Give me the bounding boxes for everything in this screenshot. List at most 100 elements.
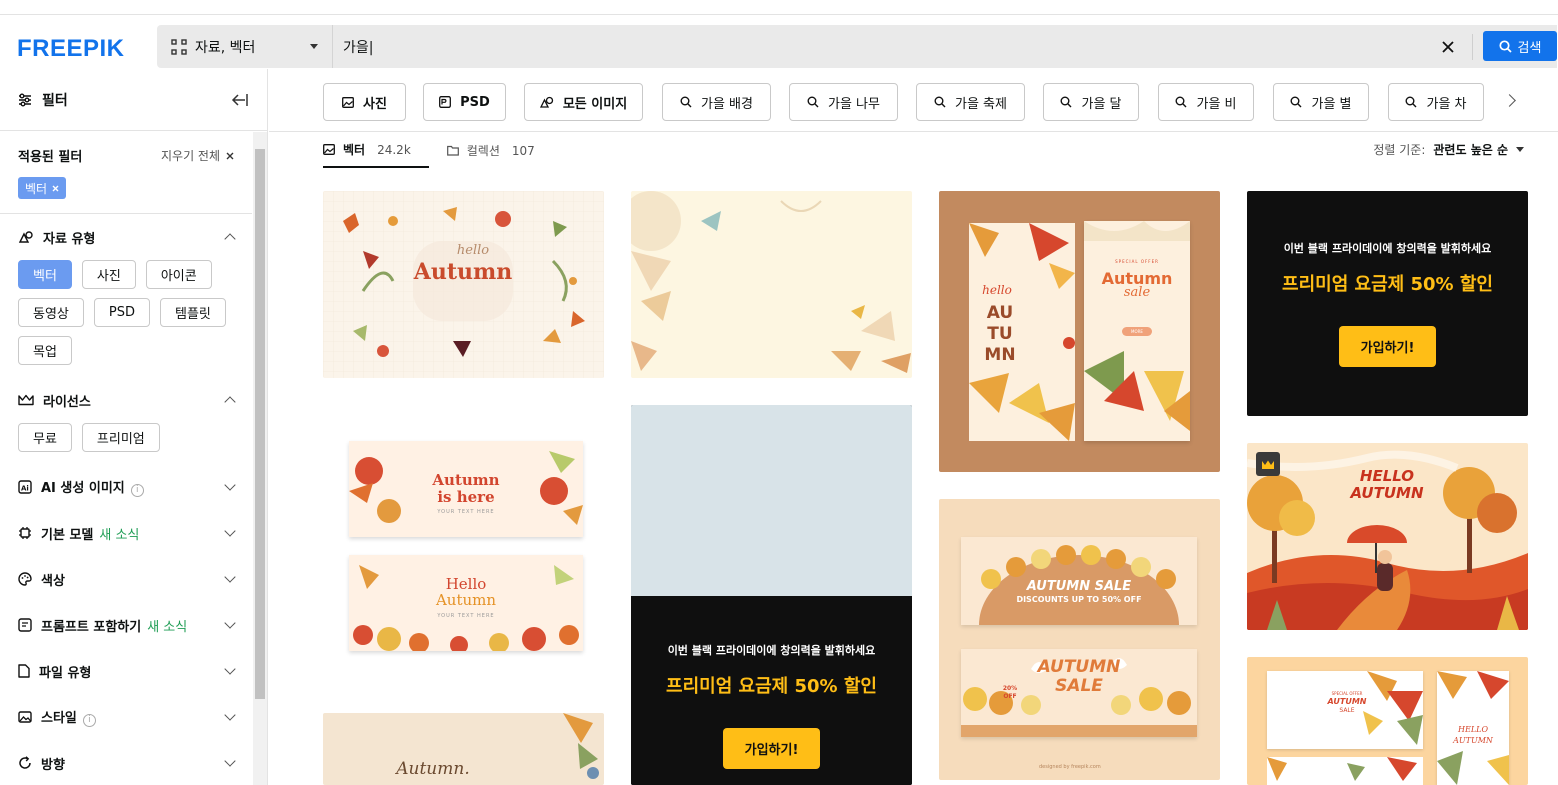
tab-collections[interactable]: 컬렉션 107 <box>446 133 553 168</box>
premium-badge <box>1256 452 1280 476</box>
close-icon <box>226 152 234 159</box>
model-toggle[interactable]: 기본 모델 새 소식 <box>18 510 236 556</box>
sort-value: 관련도 높은 순 <box>1433 143 1508 157</box>
tag-autumn-star[interactable]: 가을 별 <box>1273 83 1369 121</box>
sale-title-line2: SALE <box>1055 676 1103 696</box>
collapse-sidebar-icon[interactable] <box>231 93 249 107</box>
license-option-premium[interactable]: 프리미엄 <box>81 423 160 452</box>
tag-all-images[interactable]: 모든 이미지 <box>524 83 643 121</box>
sort-dropdown[interactable]: 정렬 기준: 관련도 높은 순 <box>1373 141 1524 158</box>
result-card-autumn-sale-banners[interactable]: AUTUMN SALE DISCOUNTS UP TO 50% OFF AUTU… <box>939 499 1220 780</box>
asset-option-psd[interactable]: PSD <box>93 298 150 327</box>
search-icon <box>680 96 692 108</box>
tag-psd[interactable]: PSD <box>423 83 506 121</box>
flyer-horizontal: SPECIAL OFFER AUTUMN SALE <box>1267 671 1423 749</box>
promo-subtitle: 이번 블랙 프라이데이에 창의력을 발휘하세요 <box>667 644 876 657</box>
tag-label: 가을 배경 <box>701 96 753 112</box>
chevron-up-icon <box>224 396 236 408</box>
flyer-vertical: HELLO AUTUMN <box>1437 671 1509 785</box>
tag-label: 가을 비 <box>1196 96 1237 112</box>
story-special-offer: SPECIAL OFFER <box>1115 259 1159 264</box>
banner-autumn-is-here: Autumn is here YOUR TEXT HERE <box>349 441 583 537</box>
asset-type-options: 벡터 사진 아이콘 동영상 PSD 템플릿 목업 <box>18 260 234 375</box>
search-button[interactable]: 검색 <box>1483 31 1557 61</box>
asset-option-mockup[interactable]: 목업 <box>18 336 72 365</box>
story-autumn-sale: SPECIAL OFFER Autumn sale MORE <box>1084 221 1190 441</box>
banner-hello-autumn: Hello Autumn YOUR TEXT HERE <box>349 555 583 651</box>
promo-subtitle: 이번 블랙 프라이데이에 창의력을 발휘하세요 <box>1283 242 1492 255</box>
close-icon <box>1442 40 1454 53</box>
license-toggle[interactable]: 라이선스 <box>18 377 236 423</box>
asset-option-template[interactable]: 템플릿 <box>160 298 226 327</box>
style-title: 스타일 <box>41 711 77 726</box>
asset-type-toggle[interactable]: 자료 유형 <box>18 214 236 260</box>
result-card-hello-autumn-frame[interactable]: hello Autumn <box>323 191 604 378</box>
sale-banner-bottom: AUTUMN SALE 20% OFF <box>961 649 1197 737</box>
story-hello: hello <box>982 283 1012 297</box>
crown-icon <box>1262 460 1274 469</box>
tag-autumn-rain[interactable]: 가을 비 <box>1158 83 1254 121</box>
crown-icon <box>18 394 34 406</box>
orientation-toggle[interactable]: 방향 <box>18 740 236 785</box>
info-icon[interactable]: i <box>82 714 96 727</box>
result-card-cream-leaves[interactable] <box>631 191 912 378</box>
filter-sliders-icon <box>19 93 31 106</box>
tag-autumn-moon[interactable]: 가을 달 <box>1043 83 1139 121</box>
applied-filters-title: 적용된 필터 <box>18 150 83 165</box>
rotate-icon <box>19 756 31 769</box>
result-card-autumn-stories[interactable]: hello AU TU MN SPECIAL OFFER Autumn sale… <box>939 191 1220 472</box>
result-card-autumn-banners[interactable]: Autumn is here YOUR TEXT HERE Hello Autu… <box>323 405 604 692</box>
prompt-title: 프롬프트 포함하기 <box>41 619 142 635</box>
chevron-down-icon <box>224 571 236 583</box>
orientation-title: 방향 <box>41 757 65 773</box>
flyer-small <box>1267 757 1423 785</box>
info-icon[interactable]: i <box>130 484 144 497</box>
promo-image-placeholder <box>631 405 912 596</box>
ai-toggle[interactable]: Ai AI 생성 이미지 i <box>18 464 236 510</box>
promo-headline: 프리미엄 요금제 50% 할인 <box>1282 274 1493 295</box>
tag-autumn-tea[interactable]: 가을 차 <box>1388 83 1484 121</box>
style-toggle[interactable]: 스타일 i <box>18 694 236 740</box>
sale-badge-off: OFF <box>1003 693 1017 700</box>
result-card-autumn-sale-flyers[interactable]: SPECIAL OFFER AUTUMN SALE HELLO AUTUMN <box>1247 657 1528 785</box>
sidebar-scrollbar-thumb[interactable] <box>255 149 265 699</box>
clear-all-label: 지우기 전체 <box>160 149 220 163</box>
color-toggle[interactable]: 색상 <box>18 556 236 602</box>
search-input[interactable]: 가을| <box>333 25 1428 68</box>
result-card-hello-autumn-landscape[interactable]: HELLO AUTUMN <box>1247 443 1528 630</box>
asset-option-icon[interactable]: 아이콘 <box>145 260 212 289</box>
search-button-label: 검색 <box>1517 40 1542 56</box>
sale-badge-percent: 20% <box>1002 685 1018 692</box>
tag-label: 가을 달 <box>1081 96 1122 112</box>
tab-collections-count: 107 <box>511 143 535 158</box>
freepik-logo[interactable]: FREEPIK <box>17 35 125 63</box>
result-card-promo-small[interactable]: 이번 블랙 프라이데이에 창의력을 발휘하세요 프리미엄 요금제 50% 할인 … <box>1247 191 1528 416</box>
asset-option-video[interactable]: 동영상 <box>18 298 84 327</box>
license-option-free[interactable]: 무료 <box>18 423 72 452</box>
chevron-right-icon[interactable] <box>1503 94 1516 107</box>
tag-autumn-tree[interactable]: 가을 나무 <box>789 83 898 121</box>
new-badge: 새 소식 <box>147 619 188 635</box>
prompt-toggle[interactable]: 프롬프트 포함하기 새 소식 <box>18 602 236 648</box>
tag-autumn-festival[interactable]: 가을 축제 <box>916 83 1025 121</box>
asset-option-vector[interactable]: 벡터 <box>18 260 72 289</box>
clear-search-button[interactable] <box>1428 25 1468 68</box>
result-card-autumn-script[interactable]: Autumn. <box>323 713 604 785</box>
applied-filter-chip[interactable]: 벡터 <box>18 177 67 199</box>
file-type-toggle[interactable]: 파일 유형 <box>18 648 236 694</box>
clear-all-filters[interactable]: 지우기 전체 <box>161 147 234 164</box>
asset-option-photo[interactable]: 사진 <box>81 260 136 289</box>
card-autumn-text: Autumn <box>413 259 513 285</box>
story-au: AU <box>986 303 1014 323</box>
promo-signup-button[interactable]: 가입하기! <box>1338 326 1437 367</box>
license-title: 라이선스 <box>43 394 91 410</box>
filter-header: 필터 <box>0 69 267 131</box>
tab-vectors[interactable]: 벡터 24.2k <box>323 133 429 168</box>
tag-autumn-background[interactable]: 가을 배경 <box>662 83 771 121</box>
tab-collections-label: 컬렉션 <box>466 144 500 158</box>
promo-signup-button[interactable]: 가입하기! <box>722 728 821 769</box>
asset-type-select[interactable]: 자료, 벡터 <box>157 25 333 68</box>
tag-photo[interactable]: 사진 <box>323 83 406 121</box>
psd-file-icon <box>439 96 452 108</box>
result-card-promo-large[interactable]: 이번 블랙 프라이데이에 창의력을 발휘하세요 프리미엄 요금제 50% 할인 … <box>631 405 912 785</box>
